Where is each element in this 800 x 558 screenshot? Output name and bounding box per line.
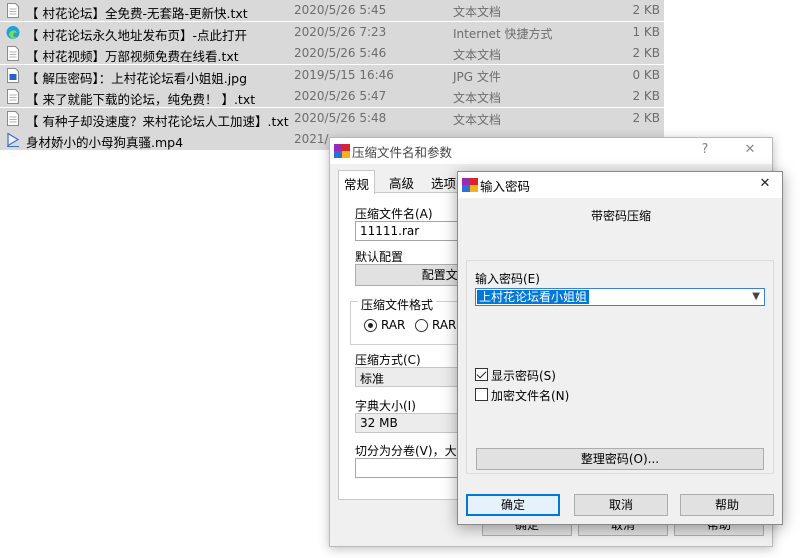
password-heading: 带密码压缩 (590, 209, 651, 223)
help-icon[interactable]: ? (690, 140, 720, 160)
password-ok-button[interactable]: 确定 (466, 494, 560, 516)
password-dialog-titlebar[interactable]: 输入密码 ✕ (458, 172, 782, 198)
compression-method-select[interactable]: 标准 (355, 367, 465, 387)
format-rar-radio[interactable] (364, 319, 377, 332)
file-size: 2 KB (632, 110, 660, 125)
file-size: 2 KB (632, 3, 660, 17)
image-file-icon (7, 67, 19, 83)
file-size: 0 KB (632, 67, 660, 82)
file-name: 【 村花论坛永久地址发布页】-点此打开 (26, 27, 247, 43)
format-rar-label[interactable]: RAR (381, 318, 405, 332)
password-help-button[interactable]: 帮助 (680, 494, 774, 516)
file-row[interactable]: 【 有种子却没速度？来村花论坛人工加速】.txt 2020/5/26 5:48 … (0, 107, 664, 129)
file-row[interactable]: 【 来了就能下载的论坛，纯免费！ 】.txt 2020/5/26 5:47 文本… (0, 86, 664, 107)
file-date: 2020/5/26 5:46 (294, 46, 387, 60)
file-type: 文本文档 (453, 5, 502, 19)
text-file-icon (7, 3, 19, 18)
winrar-icon (462, 178, 478, 192)
show-password-label[interactable]: 显示密码(S) (491, 367, 556, 384)
organize-passwords-button[interactable]: 整理密码(O)... (476, 448, 764, 470)
file-type: 文本文档 (453, 112, 502, 127)
encrypt-filenames-label[interactable]: 加密文件名(N) (491, 387, 569, 404)
default-profile-label: 默认配置 (355, 250, 404, 264)
text-file-icon (7, 110, 19, 126)
file-date: 2021/ (294, 132, 329, 146)
file-type: 文本文档 (453, 48, 502, 62)
split-volumes-input[interactable] (355, 458, 465, 478)
dictionary-size-label: 字典大小(I) (355, 399, 416, 413)
tab-advanced[interactable]: 高级 (384, 170, 419, 192)
password-input[interactable]: 上村花论坛看小姐姐 ▼ (475, 288, 765, 306)
archive-name-input[interactable]: 11111.rar (355, 221, 465, 241)
file-name: 【 有种子却没速度？来村花论坛人工加速】.txt (26, 113, 289, 129)
file-type: 文本文档 (453, 91, 502, 105)
file-date: 2019/5/15 16:46 (294, 67, 394, 82)
edge-shortcut-icon (6, 25, 20, 39)
close-icon[interactable]: ✕ (735, 140, 765, 160)
dictionary-size-select[interactable]: 32 MB (355, 413, 465, 433)
enter-password-label: 输入密码(E) (475, 272, 540, 286)
file-name: 【 来了就能下载的论坛，纯免费！ 】.txt (26, 92, 256, 107)
file-date: 2020/5/26 5:47 (294, 89, 387, 103)
password-value: 上村花论坛看小姐姐 (477, 290, 590, 304)
password-dialog-title: 输入密码 (480, 179, 531, 194)
show-password-checkbox[interactable] (475, 368, 488, 381)
compression-method-label: 压缩方式(C) (355, 353, 421, 367)
password-cancel-button[interactable]: 取消 (574, 494, 668, 516)
split-volumes-label: 切分为分卷(V)，大小 (355, 444, 469, 458)
file-size: 2 KB (632, 89, 660, 103)
text-file-icon (7, 89, 19, 104)
file-row[interactable]: 【 村花论坛永久地址发布页】-点此打开 2020/5/26 7:23 Inter… (0, 21, 664, 43)
encrypt-filenames-checkbox[interactable] (475, 388, 488, 401)
tab-options[interactable]: 选项 (426, 170, 461, 192)
tab-general[interactable]: 常规 (338, 170, 376, 194)
file-name: 【 村花论坛】全免费-无套路-更新快.txt (26, 6, 248, 21)
file-list: 【 村花论坛】全免费-无套路-更新快.txt 2020/5/26 5:45 文本… (0, 0, 664, 151)
file-row[interactable]: 【 解压密码】：上村花论坛看小姐姐.jpg 2019/5/15 16:46 JP… (0, 64, 664, 86)
chevron-down-icon[interactable]: ▼ (752, 289, 760, 305)
file-size: 1 KB (632, 24, 660, 39)
file-date: 2020/5/26 7:23 (294, 24, 387, 39)
format-rar4-radio[interactable] (415, 319, 428, 332)
file-name: 【 村花视频】万部视频免费在线看.txt (26, 49, 239, 64)
enter-password-dialog: 输入密码 ✕ 带密码压缩 输入密码(E) 上村花论坛看小姐姐 ▼ 显示密码(S)… (457, 171, 783, 525)
file-date: 2020/5/26 5:48 (294, 110, 387, 125)
file-type: Internet 快捷方式 (453, 26, 553, 41)
archive-name-label: 压缩文件名(A) (355, 207, 433, 221)
file-row[interactable]: 【 村花论坛】全免费-无套路-更新快.txt 2020/5/26 5:45 文本… (0, 0, 664, 21)
file-name: 身材娇小的小母狗真骚.mp4 (26, 135, 184, 150)
close-icon[interactable]: ✕ (750, 174, 780, 194)
video-file-icon (7, 132, 20, 147)
archive-dialog-title: 压缩文件名和参数 (352, 145, 453, 160)
winrar-icon (334, 144, 350, 158)
file-name: 【 解压密码】：上村花论坛看小姐姐.jpg (26, 70, 248, 86)
archive-format-label: 压缩文件格式 (358, 296, 437, 313)
file-type: JPG 文件 (453, 69, 501, 84)
file-size: 2 KB (632, 46, 660, 60)
text-file-icon (7, 46, 19, 61)
archive-dialog-titlebar[interactable]: 压缩文件名和参数 ? ✕ (330, 138, 772, 164)
file-row[interactable]: 【 村花视频】万部视频免费在线看.txt 2020/5/26 5:46 文本文档… (0, 43, 664, 64)
file-date: 2020/5/26 5:45 (294, 3, 387, 17)
